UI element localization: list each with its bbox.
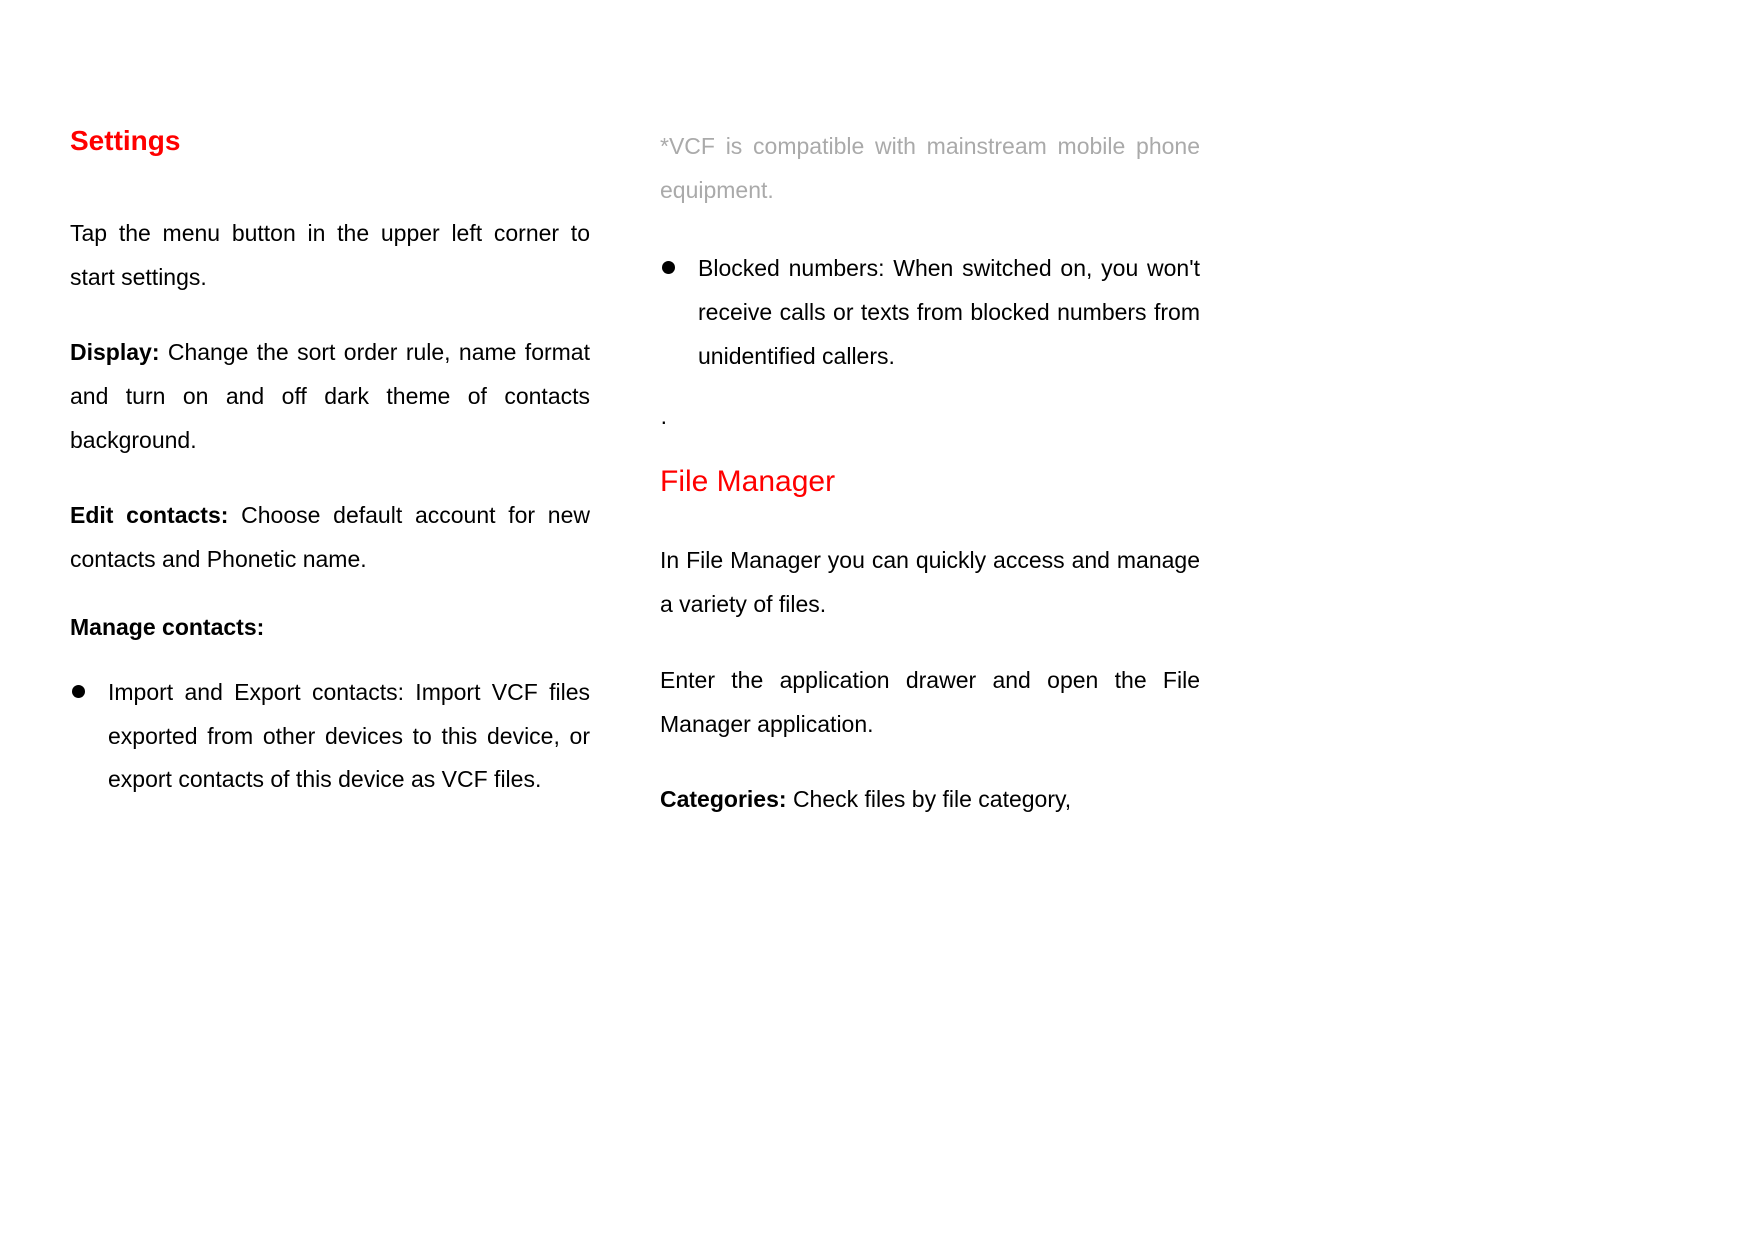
file-manager-enter-text: Enter the application drawer and open th…	[660, 659, 1200, 746]
edit-contacts-paragraph: Edit contacts: Choose default account fo…	[70, 494, 590, 581]
categories-paragraph: Categories: Check files by file category…	[660, 778, 1200, 822]
dot-separator: ·	[660, 408, 1200, 435]
blocked-numbers-list: Blocked numbers: When switched on, you w…	[660, 247, 1200, 378]
list-item-import-export: Import and Export contacts: Import VCF f…	[70, 671, 590, 802]
manage-contacts-list: Import and Export contacts: Import VCF f…	[70, 671, 590, 802]
edit-contacts-label: Edit contacts:	[70, 502, 241, 528]
settings-heading: Settings	[70, 125, 590, 157]
left-column: Settings Tap the menu button in the uppe…	[70, 125, 590, 1240]
vcf-note-text: *VCF is compatible with mainstream mobil…	[660, 125, 1200, 212]
categories-label: Categories:	[660, 786, 793, 812]
categories-text: Check files by file category,	[793, 786, 1071, 812]
list-item-blocked-numbers: Blocked numbers: When switched on, you w…	[660, 247, 1200, 378]
right-column: *VCF is compatible with mainstream mobil…	[660, 125, 1200, 1240]
file-manager-intro-text: In File Manager you can quickly access a…	[660, 539, 1200, 626]
manage-contacts-heading: Manage contacts:	[70, 614, 590, 641]
settings-intro-text: Tap the menu button in the upper left co…	[70, 212, 590, 299]
display-paragraph: Display: Change the sort order rule, nam…	[70, 331, 590, 462]
file-manager-heading: File Manager	[660, 465, 1200, 499]
display-label: Display:	[70, 339, 168, 365]
